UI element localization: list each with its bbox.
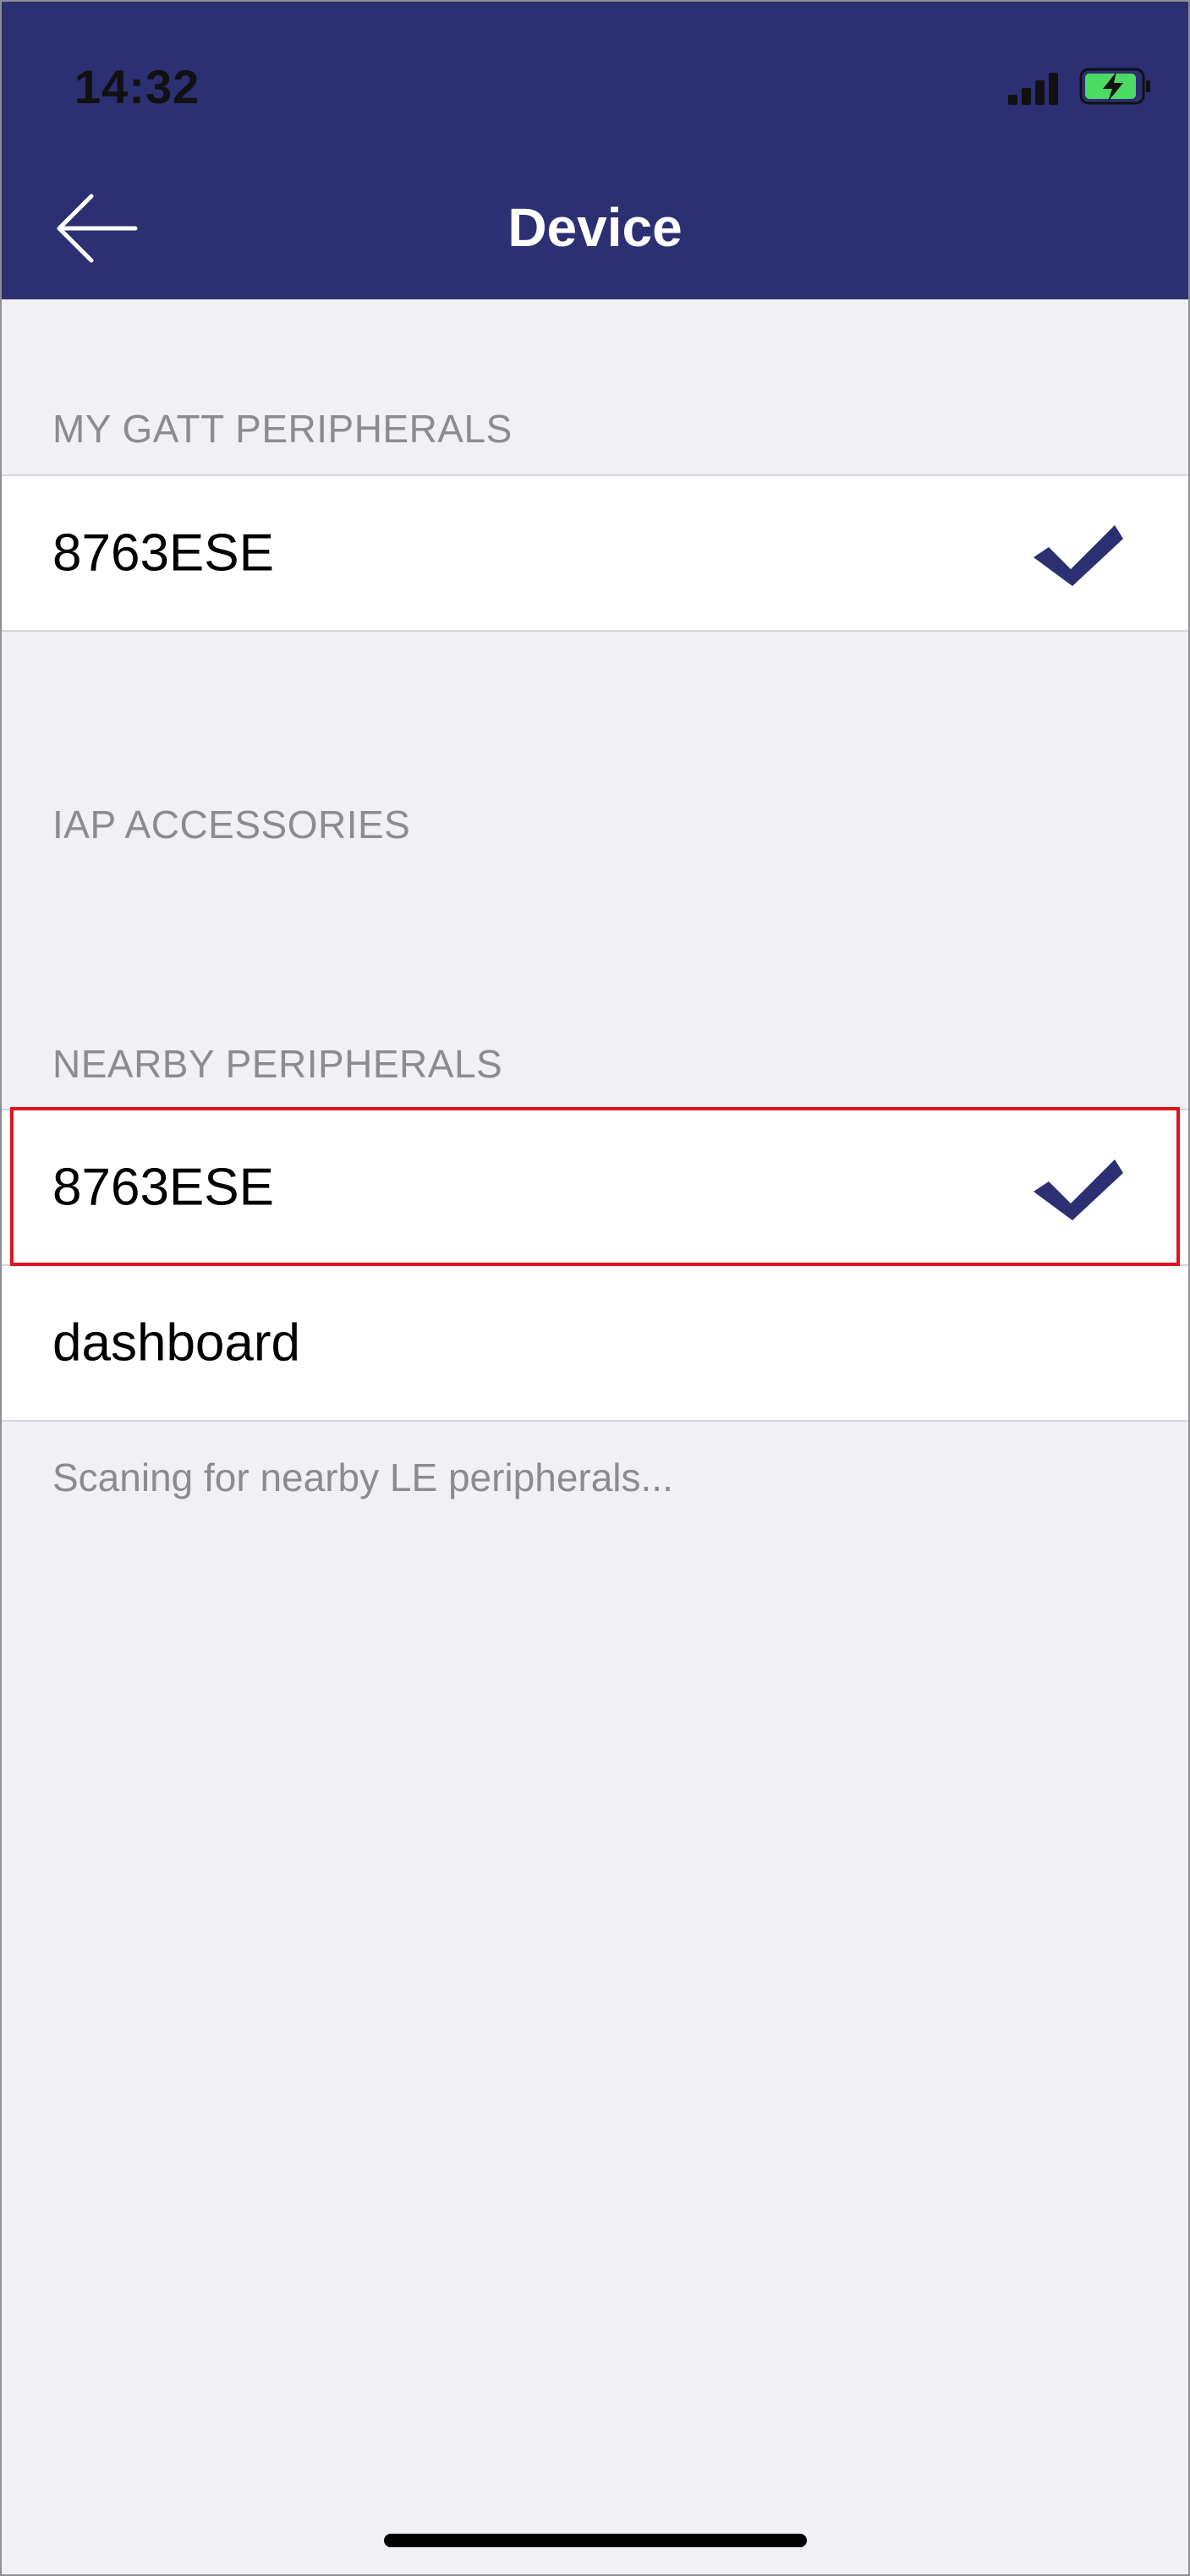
gatt-peripheral-row[interactable]: 8763ESE <box>0 474 1190 632</box>
section-header-nearby: NEARBY PERIPHERALS <box>52 1042 503 1086</box>
battery-charging-icon <box>1079 68 1150 105</box>
home-indicator[interactable] <box>384 2534 807 2547</box>
status-time: 14:32 <box>74 60 200 113</box>
navigation-bar: 14:32 Device <box>0 0 1190 299</box>
section-header-gatt: MY GATT PERIPHERALS <box>52 407 513 451</box>
nearby-peripheral-row[interactable]: dashboard <box>0 1264 1190 1422</box>
checkmark-icon <box>1034 525 1123 586</box>
peripheral-name: 8763ESE <box>52 523 274 583</box>
peripheral-name: dashboard <box>52 1313 301 1373</box>
selection-highlight <box>10 1107 1180 1266</box>
section-header-iap: IAP ACCESSORIES <box>52 803 411 847</box>
page-title: Device <box>507 197 683 258</box>
cellular-signal-icon <box>1008 71 1059 105</box>
scanning-status-text: Scaning for nearby LE peripherals... <box>52 1455 673 1499</box>
